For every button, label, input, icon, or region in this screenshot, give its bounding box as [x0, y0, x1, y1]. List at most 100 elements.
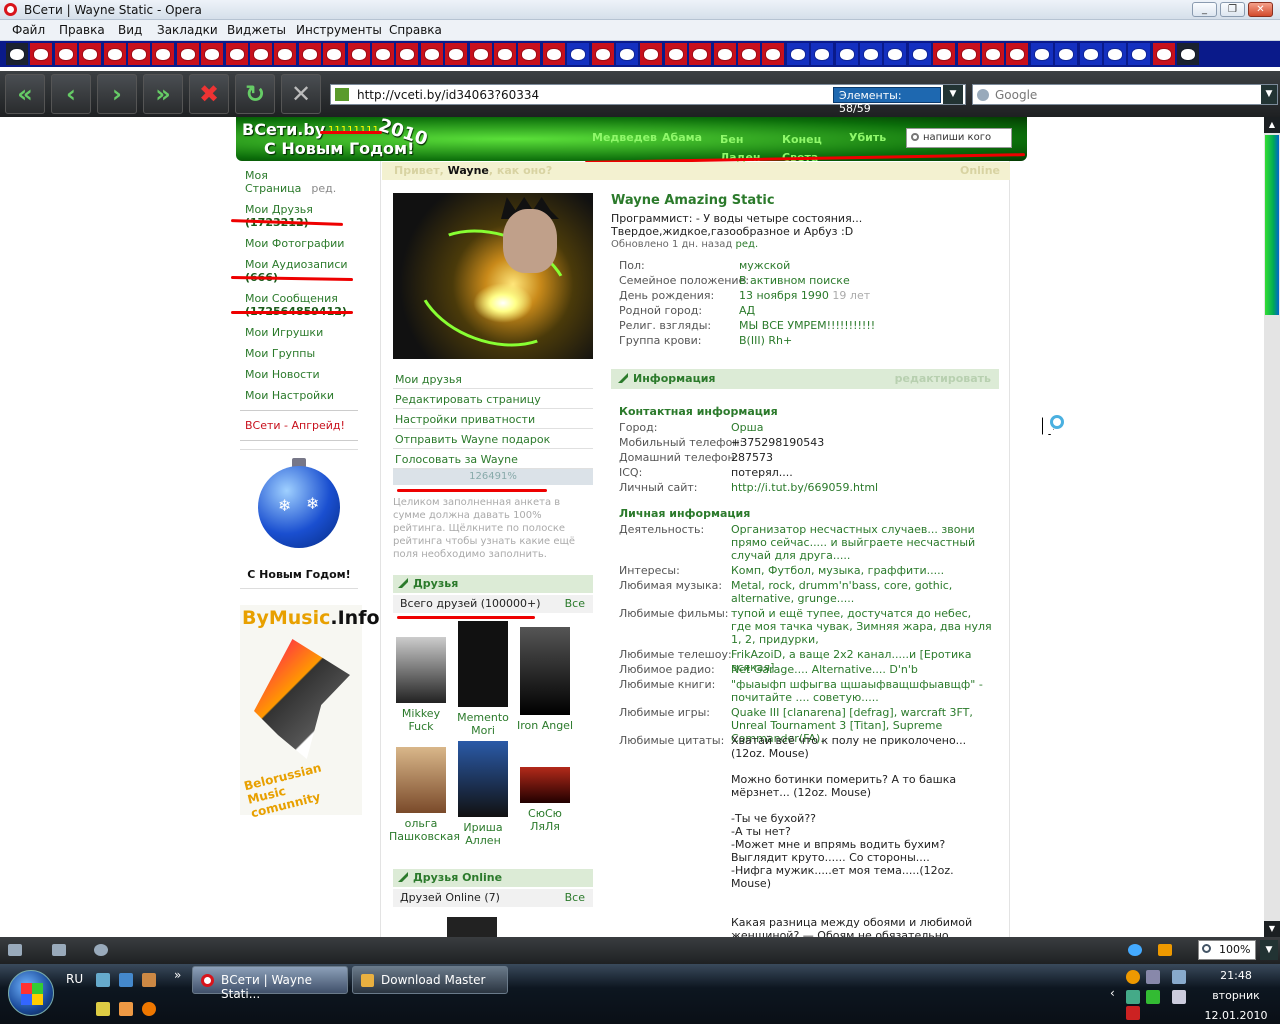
menu-help[interactable]: Справка — [389, 23, 442, 37]
zoom-control[interactable]: 100% — [1198, 940, 1256, 960]
bookmark-button[interactable] — [201, 43, 224, 65]
bookmark-button[interactable] — [591, 43, 614, 65]
start-button[interactable] — [8, 970, 54, 1016]
bookmark-button[interactable] — [128, 43, 150, 65]
friend-online-avatar[interactable] — [447, 917, 497, 937]
nav-medvedev[interactable]: Медведев — [592, 131, 657, 144]
tools-button[interactable]: ✕ — [281, 74, 321, 114]
unite-icon[interactable] — [1128, 944, 1142, 956]
bookmark-button[interactable] — [811, 43, 834, 65]
friend-avatar[interactable] — [396, 747, 446, 813]
action-edit-page[interactable]: Редактировать страницу — [393, 389, 593, 409]
close-button[interactable]: ✕ — [1248, 2, 1273, 17]
bookmark-button[interactable] — [1104, 43, 1126, 65]
field-value[interactable]: 13 ноября 1990 19 лет — [739, 289, 870, 302]
tray-icon[interactable] — [1172, 970, 1186, 984]
panel-toggle-icon[interactable] — [8, 944, 22, 956]
forward-button[interactable]: › — [97, 74, 137, 114]
sidebar-my-page[interactable]: Моя Страница ред. — [240, 169, 358, 195]
bookmark-button[interactable] — [567, 43, 590, 65]
zoom-dropdown-icon[interactable]: ▼ — [1260, 940, 1278, 960]
bookmark-button[interactable] — [738, 43, 760, 65]
tray-expand-icon[interactable]: ‹ — [1110, 986, 1115, 1000]
bookmark-button[interactable] — [1030, 43, 1053, 65]
bookmark-button[interactable] — [347, 43, 370, 65]
search-box[interactable]: Google ▼ — [972, 84, 1278, 105]
tray-icon[interactable] — [1126, 990, 1140, 1004]
field-value[interactable]: "фыаыфп шфыгва щшаыфващшфыавщф" - почита… — [731, 678, 993, 704]
friend-name[interactable]: Ириша Аллен — [463, 821, 502, 847]
menu-widgets[interactable]: Виджеты — [227, 23, 286, 37]
bookmark-button[interactable] — [762, 43, 785, 65]
address-bar[interactable]: http://vceti.by/id34063?60334 Элементы: … — [330, 84, 966, 115]
menu-view[interactable]: Вид — [118, 23, 142, 37]
sidebar-my-page-label[interactable]: Моя Страница — [245, 169, 301, 195]
friend-name[interactable]: Memento Mori — [457, 711, 509, 737]
field-value[interactable]: МЫ ВСЕ УМРЕМ!!!!!!!!!!! — [739, 319, 875, 332]
address-url[interactable]: http://vceti.by/id34063?60334 — [357, 88, 539, 102]
bookmark-button[interactable] — [860, 43, 882, 65]
bookmark-button[interactable] — [445, 43, 468, 65]
scroll-thumb[interactable] — [1265, 135, 1279, 315]
language-indicator[interactable]: RU — [66, 972, 83, 986]
quicklaunch-icon[interactable] — [96, 973, 110, 987]
tray-icon[interactable] — [1146, 990, 1160, 1004]
friends-online-all-link[interactable]: Все — [565, 891, 585, 904]
bookmark-button[interactable] — [396, 43, 419, 65]
bookmark-button[interactable] — [494, 43, 516, 65]
minimize-button[interactable]: _ — [1192, 2, 1217, 17]
nav-kill[interactable]: Убить — [849, 131, 886, 144]
tray-icon[interactable] — [1126, 970, 1140, 984]
speed-dial-icon[interactable] — [94, 944, 108, 956]
bookmark-button[interactable] — [274, 43, 297, 65]
birthday[interactable]: 13 ноября 1990 — [739, 289, 829, 302]
field-value[interactable]: мужской — [739, 259, 790, 272]
profile-photo[interactable] — [393, 193, 593, 359]
friend-avatar[interactable] — [520, 767, 570, 803]
scroll-up-icon[interactable]: ▲ — [1264, 117, 1280, 133]
bookmark-button[interactable] — [30, 43, 53, 65]
bookmark-button[interactable] — [152, 43, 175, 65]
quicklaunch-icon[interactable] — [142, 1002, 156, 1016]
sidebar-my-groups[interactable]: Мои Группы — [240, 347, 358, 360]
field-value[interactable]: Metal, rock, drumm'n'bass, core, gothic,… — [731, 579, 993, 605]
bookmark-button[interactable] — [469, 43, 492, 65]
action-vote[interactable]: Голосовать за Wayne — [393, 449, 593, 469]
bookmark-button[interactable] — [1177, 43, 1200, 65]
bookmark-button[interactable] — [908, 43, 931, 65]
bookmark-button[interactable] — [664, 43, 687, 65]
field-value[interactable]: АД — [739, 304, 755, 317]
maximize-button[interactable]: ❐ — [1220, 2, 1245, 17]
bookmark-button[interactable] — [786, 43, 809, 65]
bookmark-button[interactable] — [640, 43, 663, 65]
friends-all-link[interactable]: Все — [565, 597, 585, 610]
site-logo[interactable]: ВСети.by — [242, 120, 325, 139]
sidebar-messages-label[interactable]: Мои Сообщения — [245, 292, 358, 305]
bookmark-button[interactable] — [713, 43, 736, 65]
sidebar-my-settings[interactable]: Мои Настройки — [240, 389, 358, 402]
menu-file[interactable]: Файл — [12, 23, 45, 37]
menu-bookmarks[interactable]: Закладки — [157, 23, 218, 37]
turbo-icon[interactable] — [1158, 944, 1172, 956]
bookmark-button[interactable] — [1128, 43, 1151, 65]
friend-name[interactable]: ольга Пашковская — [389, 817, 460, 843]
quicklaunch-icon[interactable] — [96, 1002, 110, 1016]
friend-avatar[interactable] — [458, 621, 508, 707]
taskbar-download-master[interactable]: Download Master — [352, 966, 508, 994]
site-search-input[interactable]: напиши кого — [906, 128, 1012, 148]
bookmark-button[interactable] — [689, 43, 712, 65]
taskbar-opera[interactable]: ВСети | Wayne Stati... — [192, 966, 348, 1001]
bookmark-button[interactable] — [298, 43, 321, 65]
quicklaunch-icon[interactable] — [142, 973, 156, 987]
friend-name[interactable]: Mikkey Fuck — [402, 707, 440, 733]
bookmark-button[interactable] — [103, 43, 126, 65]
sidebar-friends-label[interactable]: Мои Друзья — [245, 203, 358, 216]
fast-forward-button[interactable]: » — [143, 74, 183, 114]
field-value[interactable]: тупой и ещё тупее, достучатся до небес, … — [731, 607, 993, 646]
quicklaunch-more-icon[interactable]: » — [174, 968, 181, 982]
new-year-banner[interactable]: ❄ ❄ С Новым Годом! — [240, 449, 358, 589]
friend-name[interactable]: СюСю ЛяЛя — [528, 807, 562, 833]
friend-item[interactable]: Memento Mori — [451, 621, 515, 737]
friends-online-total[interactable]: Друзей Online (7) — [400, 891, 500, 904]
window-title-bar[interactable]: ВСети | Wayne Static - Opera _ ❐ ✕ — [0, 0, 1280, 20]
